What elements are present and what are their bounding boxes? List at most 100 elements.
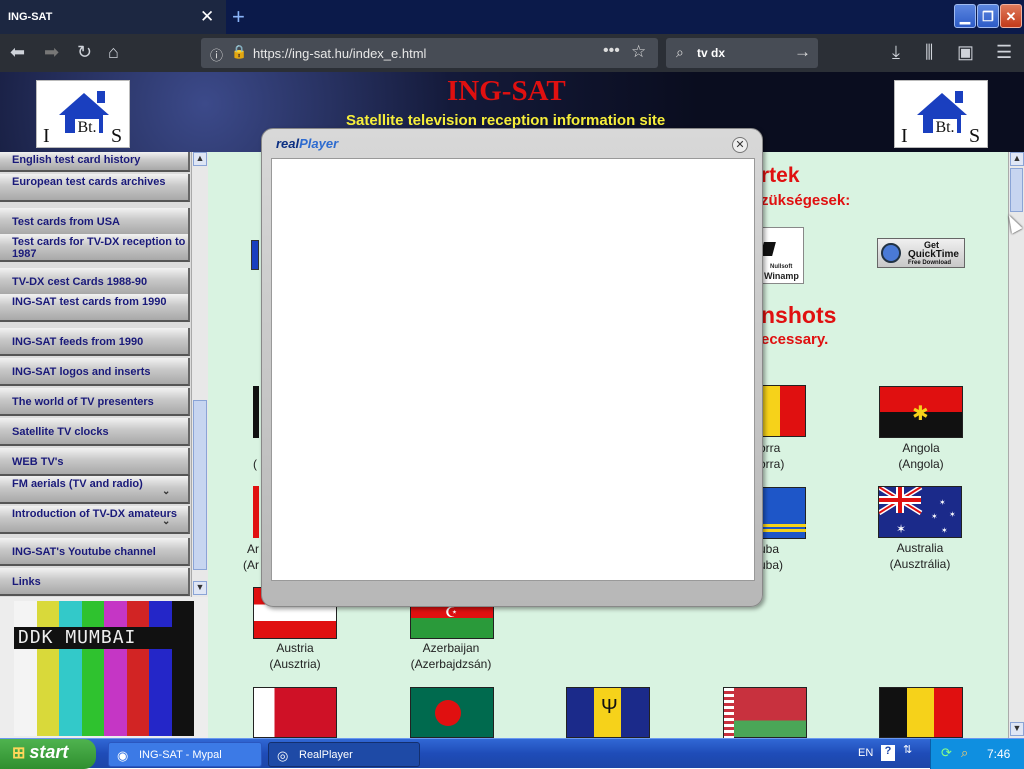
quicktime-icon: [881, 243, 901, 263]
chevron-down-icon: ⌄: [162, 516, 171, 527]
sidebar-scrollbar[interactable]: ▲ ▼: [191, 152, 208, 597]
site-subtitle: Satellite television reception informati…: [346, 112, 666, 129]
flag-caption-australia-native: (Ausztrália): [889, 557, 951, 571]
heading-2-sub-fragment: ecessary.: [761, 331, 829, 348]
site-logo-right[interactable]: I Bt. S: [894, 80, 988, 148]
sidebar-item-youtube-channel[interactable]: ING-SAT's Youtube channel: [0, 538, 190, 566]
realplayer-logo: realPlayer: [276, 136, 339, 151]
flag-bahrain[interactable]: [253, 687, 337, 738]
svg-text:✶: ✶: [941, 526, 948, 535]
sidebar-toggle-icon[interactable]: ▣: [957, 42, 974, 63]
realplayer-window[interactable]: realPlayer ✕: [261, 128, 763, 607]
language-indicator[interactable]: EN: [858, 747, 873, 759]
help-icon[interactable]: ?: [881, 745, 895, 761]
union-jack-icon: ✶ ✶ ✶ ✶ ✶: [877, 484, 956, 536]
quicktime-download-button[interactable]: Get QuickTime Free Download: [877, 238, 965, 268]
heading-1-fragment: rtek: [761, 164, 800, 187]
sidebar-item-tv-dx-reception[interactable]: Test cards for TV-DX reception to 1987: [0, 234, 190, 262]
flag-australia[interactable]: ✶ ✶ ✶ ✶ ✶: [877, 484, 962, 538]
flag-aruba[interactable]: [759, 487, 806, 539]
flag-caption-austria: Austria: [276, 641, 314, 655]
sidebar-item-english-test-card-history[interactable]: English test card history: [0, 152, 190, 172]
page-scrollbar[interactable]: ▲ ▼: [1008, 152, 1024, 738]
reload-icon[interactable]: ↻: [77, 42, 92, 63]
sidebar-item-fm-aerials[interactable]: FM aerials (TV and radio) ⌄: [0, 476, 190, 504]
realplayer-icon: ◎: [277, 748, 289, 763]
flag-caption-angola: Angola: [902, 441, 940, 455]
flag-angola[interactable]: ✱: [879, 386, 963, 438]
winamp-button[interactable]: Nullsoft Winamp: [759, 227, 804, 284]
flag-fragment[interactable]: [253, 386, 259, 438]
test-card-label: DDK MUMBAI: [14, 627, 172, 649]
tab-bar: ING-SAT ✕ + ▁ ❐ ✕: [0, 0, 1024, 34]
sidebar-item-ing-sat-test-cards[interactable]: ING-SAT test cards from 1990: [0, 294, 190, 322]
clock[interactable]: 7:46: [987, 747, 1010, 761]
sidebar-item-logos-inserts[interactable]: ING-SAT logos and inserts: [0, 358, 190, 386]
url-text[interactable]: https://ing-sat.hu/index_e.html: [253, 46, 426, 61]
tray-arrows-icon[interactable]: ⇅: [903, 743, 912, 756]
scroll-down-icon[interactable]: ▼: [193, 581, 207, 595]
menu-icon[interactable]: ☰: [996, 42, 1012, 63]
back-icon[interactable]: ⬅: [10, 42, 25, 63]
taskbar-item-realplayer[interactable]: ◎ RealPlayer: [268, 742, 420, 767]
sidebar-item-links[interactable]: Links: [0, 568, 190, 596]
site-logo-left[interactable]: I Bt. S: [36, 80, 130, 148]
flag-bangladesh[interactable]: [410, 687, 494, 738]
trident-icon: Ψ: [601, 696, 618, 718]
forward-icon[interactable]: ➡: [44, 42, 59, 63]
new-tab-button[interactable]: +: [232, 4, 245, 30]
sidebar-item-ing-sat-feeds[interactable]: ING-SAT feeds from 1990: [0, 328, 190, 356]
flag-caption-azerbaijan-native: (Azerbajdzsán): [410, 657, 492, 671]
scrollbar-thumb[interactable]: [193, 400, 207, 570]
search-value[interactable]: tv dx: [697, 46, 725, 60]
maximize-button[interactable]: ❐: [977, 4, 999, 28]
bookmark-star-icon[interactable]: ☆: [631, 42, 646, 62]
flag-caption-austria-native: (Ausztria): [269, 657, 321, 671]
download-icon[interactable]: ⤓: [892, 42, 900, 63]
sidebar-item-european-test-cards[interactable]: European test cards archives: [0, 174, 190, 202]
site-title: ING-SAT: [447, 75, 566, 107]
home-icon[interactable]: ⌂: [108, 42, 119, 63]
partial-plugin-icon[interactable]: [251, 240, 259, 270]
scroll-up-icon[interactable]: ▲: [1010, 152, 1024, 166]
minimize-button[interactable]: ▁: [954, 4, 976, 28]
svg-text:✶: ✶: [939, 498, 946, 507]
flag-barbados[interactable]: Ψ: [566, 687, 650, 738]
flag-caption-aruba: uba: [759, 542, 780, 556]
flag-belgium[interactable]: [879, 687, 963, 738]
scroll-up-icon[interactable]: ▲: [193, 152, 207, 166]
scroll-down-icon[interactable]: ▼: [1010, 722, 1024, 736]
tab-title: ING-SAT: [8, 11, 53, 23]
realplayer-viewport[interactable]: [271, 158, 755, 581]
chevron-down-icon: ⌄: [162, 486, 171, 497]
scrollbar-thumb[interactable]: [1010, 168, 1023, 212]
network-icon[interactable]: ⟳: [941, 745, 952, 761]
sidebar-item-tv-dx-amateurs[interactable]: Introduction of TV-DX amateurs ⌄: [0, 506, 190, 534]
taskbar-item-mypal[interactable]: ◉ ING-SAT - Mypal: [108, 742, 262, 767]
search-tray-icon[interactable]: ⌕: [961, 745, 968, 761]
library-icon[interactable]: ⫼: [925, 42, 933, 63]
sidebar-item-tv-presenters[interactable]: The world of TV presenters: [0, 388, 190, 416]
start-button[interactable]: ⊞ start: [0, 739, 96, 769]
tab-close-icon[interactable]: ✕: [200, 7, 214, 27]
flag-azerbaijan[interactable]: ☪: [410, 604, 494, 639]
svg-text:✶: ✶: [931, 512, 938, 521]
tab-ing-sat[interactable]: ING-SAT ✕: [0, 0, 226, 34]
sidebar-item-tv-dx-cards[interactable]: TV-DX cest Cards 1988-90: [0, 268, 190, 296]
gear-emblem-icon: ✱: [912, 403, 929, 425]
search-input[interactable]: ⌕ tv dx →: [666, 38, 818, 68]
flag-belarus[interactable]: [723, 687, 807, 738]
flag-andorra[interactable]: [759, 385, 806, 437]
close-icon[interactable]: ✕: [732, 137, 748, 153]
info-icon[interactable]: ⓘ: [210, 45, 223, 64]
sidebar-item-web-tv[interactable]: WEB TV's: [0, 448, 190, 476]
url-bar[interactable]: ⓘ 🔒 https://ing-sat.hu/index_e.html ••• …: [201, 38, 658, 68]
close-window-button[interactable]: ✕: [1000, 4, 1022, 28]
search-go-icon[interactable]: →: [794, 42, 811, 62]
windows-logo-icon: ⊞: [12, 745, 26, 762]
page-actions-icon[interactable]: •••: [603, 42, 620, 60]
sidebar-item-test-cards-usa[interactable]: Test cards from USA: [0, 208, 190, 236]
sidebar-item-satellite-tv-clocks[interactable]: Satellite TV clocks: [0, 418, 190, 446]
svg-text:✶: ✶: [949, 510, 956, 519]
flag-fragment[interactable]: [253, 486, 259, 538]
